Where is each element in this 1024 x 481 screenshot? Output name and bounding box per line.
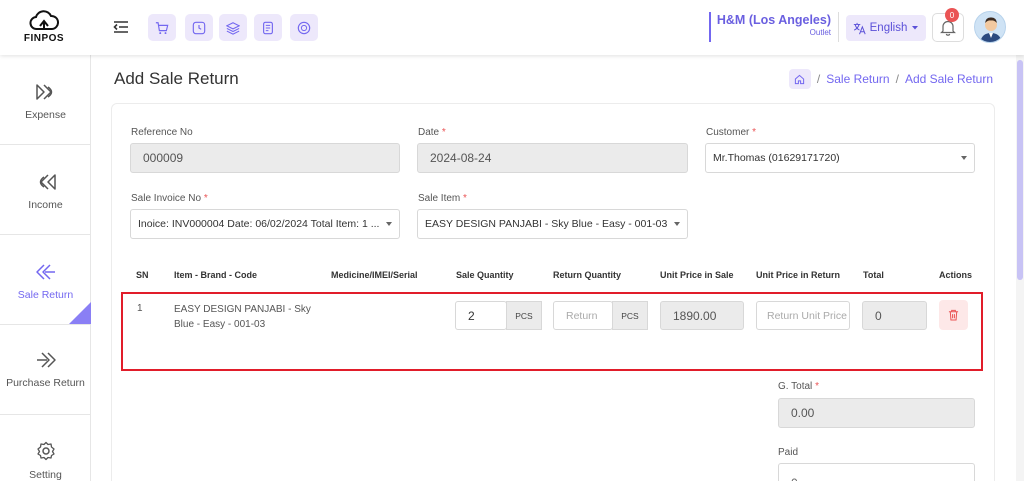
paid-input[interactable]: 0: [778, 463, 975, 481]
store-type: Outlet: [809, 28, 831, 37]
active-indicator: [69, 302, 91, 324]
clock-icon: [192, 21, 206, 34]
sidebar-item-setting[interactable]: Setting: [0, 415, 91, 481]
return-qty-placeholder: Return: [566, 309, 598, 322]
reference-label: Reference No: [131, 127, 193, 138]
col-return-qty: Return Quantity: [553, 270, 622, 280]
sale-item-select[interactable]: EASY DESIGN PANJABI - Sky Blue - Easy - …: [417, 209, 688, 239]
caret-down-icon: [961, 156, 967, 160]
top-navbar: FINPOS H&M (Los Angeles) Outlet English …: [0, 0, 1024, 55]
customer-label: Customer *: [706, 127, 757, 138]
sale-qty-unit: PCS: [506, 301, 542, 330]
stack-icon: [226, 21, 240, 35]
grand-total-label: G. Total *: [778, 381, 819, 392]
store-name: H&M (Los Angeles): [716, 13, 831, 27]
row-sn: 1: [137, 303, 143, 314]
sidebar-item-sale-return[interactable]: Sale Return: [0, 235, 91, 325]
logo-text: FINPOS: [23, 33, 65, 44]
col-total: Total: [863, 270, 884, 280]
cart-icon: [155, 21, 169, 34]
home-icon: [795, 74, 805, 84]
row-item-line2: Blue - Easy - 001-03: [174, 319, 266, 330]
purchase-return-icon: [36, 352, 56, 368]
app-logo[interactable]: FINPOS: [22, 9, 66, 47]
col-actions: Actions: [939, 270, 973, 280]
sidebar-toggle-icon[interactable]: [113, 19, 129, 35]
gear-icon: [36, 441, 55, 461]
paid-label: Paid: [778, 447, 799, 458]
pos-cart-button[interactable]: [148, 14, 176, 41]
breadcrumb-home[interactable]: [788, 69, 811, 89]
sidebar-item-expense[interactable]: Expense: [0, 55, 91, 145]
col-unit-price-sale: Unit Price in Sale: [660, 270, 734, 280]
breadcrumb-current: Add Sale Return: [904, 72, 993, 86]
sale-qty-input[interactable]: 2: [455, 301, 507, 330]
website-button[interactable]: [290, 14, 318, 41]
receipt-icon: [263, 21, 273, 34]
date-label: Date *: [418, 127, 446, 138]
sidebar-item-label: Setting: [29, 469, 62, 481]
col-serial: Medicine/IMEI/Serial: [331, 270, 418, 280]
return-qty-unit: PCS: [612, 301, 648, 330]
globe-icon: [297, 21, 311, 34]
customer-value: Mr.Thomas (01629171720): [713, 152, 840, 164]
language-label: English: [869, 22, 908, 34]
income-icon: [39, 174, 56, 190]
customer-select[interactable]: Mr.Thomas (01629171720): [705, 143, 975, 173]
breadcrumb-separator: /: [816, 72, 821, 86]
cloud-logo-icon: [29, 10, 59, 30]
language-dropdown[interactable]: English: [846, 15, 926, 41]
sidebar-item-label: Expense: [25, 109, 66, 121]
row-item-line1: EASY DESIGN PANJABI - Sky: [174, 304, 311, 315]
unit-price-return-input[interactable]: Return Unit Price: [756, 301, 850, 330]
user-avatar-image: [980, 17, 1002, 42]
row-item: EASY DESIGN PANJABI - Sky Blue - Easy - …: [174, 302, 311, 332]
time-button[interactable]: [185, 14, 213, 41]
breadcrumb-separator: /: [895, 72, 899, 86]
sidebar-item-income[interactable]: Income: [0, 145, 91, 235]
delete-row-button[interactable]: [939, 300, 968, 330]
date-input[interactable]: 2024-08-24: [417, 143, 688, 173]
col-unit-price-return: Unit Price in Return: [756, 270, 841, 280]
notification-button[interactable]: 0: [932, 8, 964, 42]
sidebar-item-label: Sale Return: [17, 289, 74, 301]
sidebar-item-label: Purchase Return: [6, 377, 85, 389]
sale-item-label: Sale Item *: [418, 193, 467, 204]
scrollbar-thumb[interactable]: [1017, 60, 1023, 280]
unit-price-return-placeholder: Return Unit Price: [767, 309, 847, 322]
col-sn: SN: [136, 270, 149, 280]
col-sale-qty: Sale Quantity: [456, 270, 514, 280]
sale-invoice-select[interactable]: Inoice: INV000004 Date: 06/02/2024 Total…: [130, 209, 400, 239]
col-item: Item - Brand - Code: [174, 270, 258, 280]
caret-down-icon: [386, 222, 392, 226]
trash-icon: [948, 309, 959, 321]
caret-down-icon: [912, 26, 919, 30]
sale-invoice-label: Sale Invoice No *: [131, 193, 208, 204]
breadcrumb: / Sale Return / Add Sale Return: [788, 69, 993, 89]
user-avatar[interactable]: [974, 11, 1006, 43]
stock-button[interactable]: [219, 14, 247, 41]
translate-icon: [853, 22, 866, 34]
expense-icon: [35, 84, 52, 100]
sale-return-icon: [35, 264, 55, 280]
breadcrumb-sale-return[interactable]: Sale Return: [826, 72, 889, 86]
sidebar-item-label: Income: [28, 199, 63, 211]
sidebar-item-purchase-return[interactable]: Purchase Return: [0, 325, 91, 415]
row-total-input[interactable]: 0: [862, 301, 927, 330]
unit-price-sale-input[interactable]: 1890.00: [660, 301, 744, 330]
sidebar: Expense Income Sale Return Purchase Retu…: [0, 55, 91, 481]
page-title: Add Sale Return: [114, 69, 239, 88]
return-qty-input[interactable]: Return: [553, 301, 613, 330]
notification-badge: 0: [945, 8, 959, 22]
sale-item-value: EASY DESIGN PANJABI - Sky Blue - Easy - …: [425, 218, 668, 230]
report-button[interactable]: [254, 14, 282, 41]
grand-total-input[interactable]: 0.00: [778, 398, 975, 428]
caret-down-icon: [674, 222, 680, 226]
sale-invoice-value: Inoice: INV000004 Date: 06/02/2024 Total…: [138, 218, 380, 230]
store-info[interactable]: H&M (Los Angeles) Outlet: [709, 12, 839, 42]
reference-input[interactable]: 000009: [130, 143, 400, 173]
